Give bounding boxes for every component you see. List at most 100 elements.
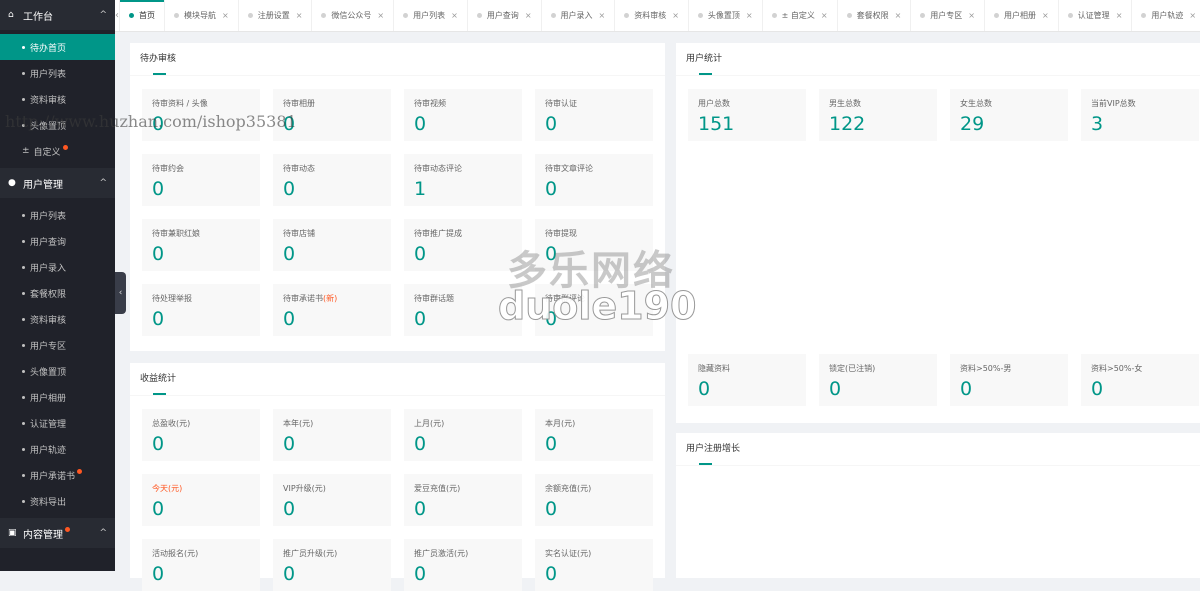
sidebar-item[interactable]: 用户专区 (0, 332, 115, 358)
stat-tile[interactable]: 活动报名(元) 0 (142, 539, 260, 591)
bullet-icon (22, 97, 25, 101)
stat-tile[interactable]: 今天(元) 0 (142, 474, 260, 526)
sidebar-group-group3[interactable]: ▣ 内容管理 ^ (0, 518, 115, 548)
stat-label: 男生总数 (829, 98, 861, 109)
close-icon[interactable]: × (821, 11, 828, 20)
tab-dot-icon (1067, 13, 1073, 18)
tab-3[interactable]: 微信公众号 × (312, 0, 395, 31)
tab-7[interactable]: 资料审核 × (615, 0, 689, 31)
stat-tile[interactable]: 女生总数 29 (950, 89, 1068, 141)
close-icon[interactable]: × (296, 11, 303, 20)
stat-tile[interactable]: 待审视频 0 (404, 89, 522, 141)
tab-0[interactable]: 首页 (120, 0, 165, 31)
sidebar-collapse-toggle[interactable]: ‹ (115, 272, 126, 314)
sidebar-item[interactable]: 资料审核 (0, 306, 115, 332)
stat-tile[interactable]: 隐藏资料 0 (688, 354, 806, 406)
stat-tile[interactable]: 推广员升级(元) 0 (273, 539, 391, 591)
tab-4[interactable]: 用户列表 × (394, 0, 468, 31)
stat-tile[interactable]: 爱豆充值(元) 0 (404, 474, 522, 526)
sidebar-group-group1[interactable]: ⌂ 工作台 ^ (0, 0, 115, 30)
stat-tile[interactable]: 待处理举报 0 (142, 284, 260, 336)
tab-14[interactable]: 用户轨迹 × (1132, 0, 1200, 31)
stat-tile[interactable]: 待审文章评论 0 (535, 154, 653, 206)
tab-9[interactable]: ± 自定义 × (763, 0, 838, 31)
stat-tile[interactable]: 待审群话题 0 (404, 284, 522, 336)
close-icon[interactable]: × (1189, 11, 1196, 20)
sidebar-item[interactable]: 资料导出 (0, 488, 115, 514)
sidebar-item[interactable]: ± 自定义 (0, 138, 115, 164)
stat-tile[interactable]: 待审群评论 0 (535, 284, 653, 336)
user-stats-card: 用户统计 用户总数 151 男生总数 122 女生总数 29 当前VIP总数 3 隐藏资料 0 锁定… (676, 43, 1200, 423)
sidebar-item[interactable]: 套餐权限 (0, 280, 115, 306)
tab-6[interactable]: 用户录入 × (542, 0, 616, 31)
chevron-up-icon: ^ (99, 10, 107, 20)
stat-tile[interactable]: 总盈收(元) 0 (142, 409, 260, 461)
stat-tile[interactable]: 推广员激活(元) 0 (404, 539, 522, 591)
close-icon[interactable]: × (377, 11, 384, 20)
tab-11[interactable]: 用户专区 × (911, 0, 985, 31)
tab-5[interactable]: 用户查询 × (468, 0, 542, 31)
sidebar-item[interactable]: 头像置顶 (0, 112, 115, 138)
sidebar-group-group2[interactable]: ● 用户管理 ^ (0, 168, 115, 198)
close-icon[interactable]: × (968, 11, 975, 20)
close-icon[interactable]: × (222, 11, 229, 20)
stat-tile[interactable]: 待审兼职红娘 0 (142, 219, 260, 271)
stat-tile[interactable]: 待审店铺 0 (273, 219, 391, 271)
close-icon[interactable]: × (746, 11, 753, 20)
stat-tile[interactable]: 锁定(已注销) 0 (819, 354, 937, 406)
stat-tile[interactable]: 用户总数 151 (688, 89, 806, 141)
tab-1[interactable]: 模块导航 × (165, 0, 239, 31)
stat-tile[interactable]: 待审约会 0 (142, 154, 260, 206)
content-icon: ▣ (8, 528, 17, 538)
close-icon[interactable]: × (895, 11, 902, 20)
sidebar-item[interactable]: 用户列表 (0, 60, 115, 86)
stat-tile[interactable]: 上月(元) 0 (404, 409, 522, 461)
tab-10[interactable]: 套餐权限 × (838, 0, 912, 31)
stat-tile[interactable]: 本月(元) 0 (535, 409, 653, 461)
close-icon[interactable]: × (599, 11, 606, 20)
sidebar-item[interactable]: 用户列表 (0, 202, 115, 228)
tab-8[interactable]: 头像置顶 × (689, 0, 763, 31)
sidebar-item[interactable]: 用户轨迹 (0, 436, 115, 462)
stat-tile[interactable]: 当前VIP总数 3 (1081, 89, 1199, 141)
close-icon[interactable]: × (1116, 11, 1123, 20)
close-icon[interactable]: × (451, 11, 458, 20)
stat-tile[interactable]: 实名认证(元) 0 (535, 539, 653, 591)
bullet-icon (22, 395, 25, 399)
stat-tile[interactable]: 待审动态 0 (273, 154, 391, 206)
stat-tile[interactable]: 资料>50%-男 0 (950, 354, 1068, 406)
close-icon[interactable]: × (672, 11, 679, 20)
sidebar-item[interactable]: 用户查询 (0, 228, 115, 254)
stat-label-text: 男生总数 (829, 99, 861, 108)
stat-tile[interactable]: 待审提现 0 (535, 219, 653, 271)
close-icon[interactable]: × (1042, 11, 1049, 20)
stat-tile[interactable]: 待审承诺书(新) 0 (273, 284, 391, 336)
stat-tile[interactable]: 待审相册 0 (273, 89, 391, 141)
sidebar-item[interactable]: 资料审核 (0, 86, 115, 112)
close-icon[interactable]: × (525, 11, 532, 20)
stat-value: 0 (152, 308, 165, 330)
sidebar-item[interactable]: 待办首页 (0, 34, 115, 60)
tab-dot-icon (403, 13, 409, 18)
stat-tile[interactable]: 待审资料 / 头像 0 (142, 89, 260, 141)
stat-label-text: 待审群话题 (414, 294, 454, 303)
stat-label: 待审文章评论 (545, 163, 593, 174)
sidebar-item[interactable]: 认证管理 (0, 410, 115, 436)
stat-tile[interactable]: 待审推广提成 0 (404, 219, 522, 271)
tab-13[interactable]: 认证管理 × (1059, 0, 1133, 31)
stat-tile[interactable]: 本年(元) 0 (273, 409, 391, 461)
stat-tile[interactable]: 待审认证 0 (535, 89, 653, 141)
tab-12[interactable]: 用户相册 × (985, 0, 1059, 31)
tab-2[interactable]: 注册设置 × (239, 0, 313, 31)
sidebar-item[interactable]: 头像置顶 (0, 358, 115, 384)
stat-tile[interactable]: 资料>50%-女 0 (1081, 354, 1199, 406)
stat-tile[interactable]: 男生总数 122 (819, 89, 937, 141)
stat-label-text: 待审推广提成 (414, 229, 462, 238)
stat-tile[interactable]: 待审动态评论 1 (404, 154, 522, 206)
stat-label: 待审资料 / 头像 (152, 98, 208, 109)
sidebar-item[interactable]: 用户录入 (0, 254, 115, 280)
sidebar-item[interactable]: 用户承诺书 (0, 462, 115, 488)
sidebar-item[interactable]: 用户相册 (0, 384, 115, 410)
stat-tile[interactable]: VIP升级(元) 0 (273, 474, 391, 526)
stat-tile[interactable]: 余额充值(元) 0 (535, 474, 653, 526)
